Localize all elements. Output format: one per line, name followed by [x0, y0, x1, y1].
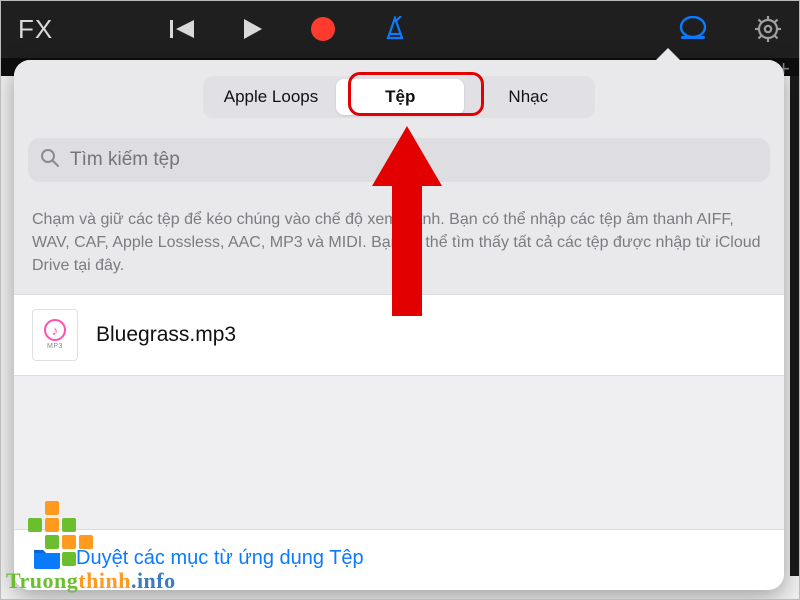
- transport-toolbar: FX: [0, 0, 800, 58]
- track-area[interactable]: [790, 76, 800, 576]
- audio-file-icon: ♪ MP3: [32, 309, 78, 361]
- browse-files-row[interactable]: Duyệt các mục từ ứng dụng Tệp: [14, 529, 784, 590]
- search-icon: [40, 148, 60, 173]
- play-button[interactable]: [242, 17, 264, 41]
- toolbar-right: [678, 15, 782, 43]
- folder-icon: [32, 546, 62, 570]
- help-text: Chạm và giữ các tệp để kéo chúng vào chế…: [14, 196, 784, 294]
- tab-music[interactable]: Nhạc: [464, 79, 592, 115]
- file-item[interactable]: ♪ MP3 Bluegrass.mp3: [14, 294, 784, 376]
- tab-bar: Apple Loops Tệp Nhạc: [14, 60, 784, 132]
- search-input[interactable]: [70, 149, 758, 171]
- rewind-button[interactable]: [170, 18, 196, 40]
- empty-space: [14, 376, 784, 529]
- transport-controls: [170, 16, 408, 42]
- browse-files-label: Duyệt các mục từ ứng dụng Tệp: [76, 547, 364, 570]
- search-field[interactable]: [28, 138, 770, 182]
- file-name-label: Bluegrass.mp3: [96, 323, 236, 347]
- file-browser-popover: Apple Loops Tệp Nhạc Chạm và giữ các tệp…: [14, 58, 784, 590]
- metronome-button[interactable]: [382, 16, 408, 42]
- record-button[interactable]: [310, 16, 336, 42]
- popover-arrow-icon: [656, 48, 680, 60]
- search-container: [14, 132, 784, 196]
- loop-browser-button[interactable]: [678, 16, 708, 42]
- settings-gear-button[interactable]: [754, 15, 782, 43]
- fx-button[interactable]: FX: [18, 14, 90, 45]
- tab-apple-loops[interactable]: Apple Loops: [206, 79, 337, 115]
- tab-files[interactable]: Tệp: [336, 79, 464, 115]
